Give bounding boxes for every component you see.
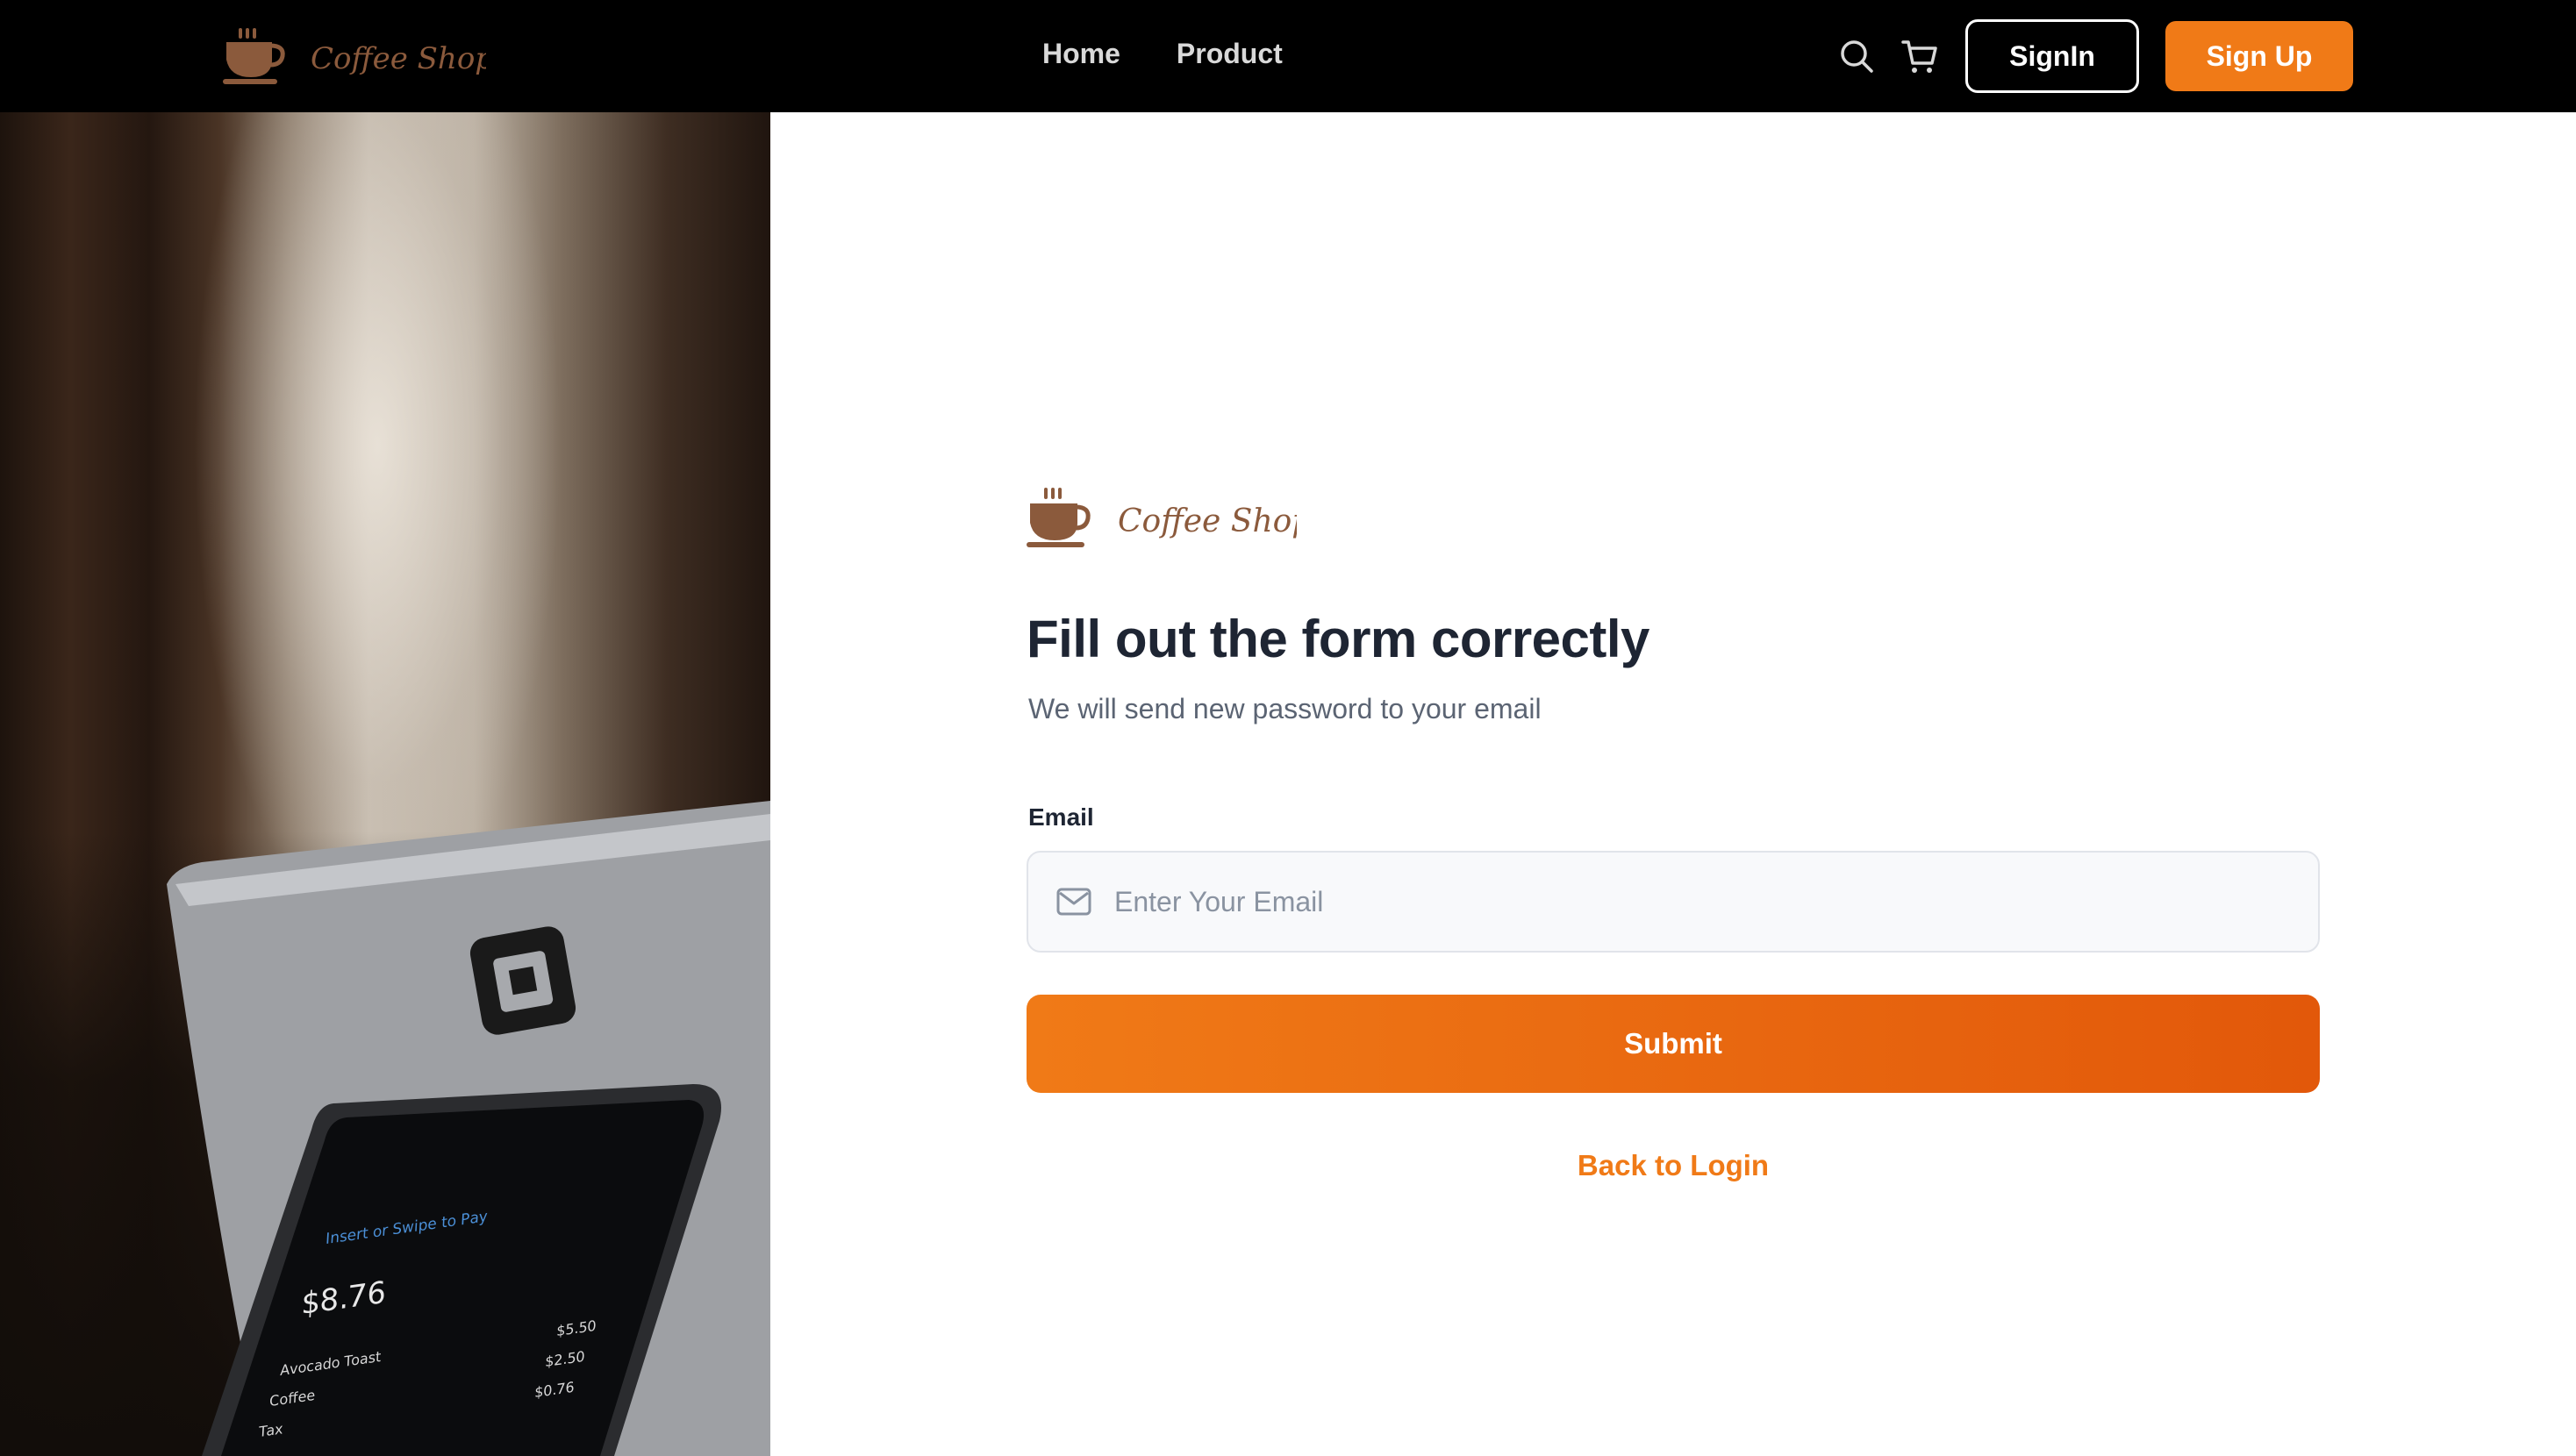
signup-button[interactable]: Sign Up [2165,21,2353,91]
terminal-item-name: Tax [258,1420,284,1440]
hero-photo-pos-terminal: Insert or Swipe to Pay $8.76 Avocado Toa… [0,112,770,1456]
brand-logo[interactable]: Coffee Shop [223,25,494,88]
email-label: Email [1028,803,1094,831]
form-subtitle: We will send new password to your email [1028,693,1542,724]
submit-button[interactable]: Submit [1027,995,2320,1093]
back-to-login-link[interactable]: Back to Login [1027,1149,2320,1182]
signin-button[interactable]: SignIn [1965,19,2139,93]
email-input[interactable] [1114,853,2290,951]
nav-link-home[interactable]: Home [1042,32,1120,75]
form-brand-logo: Coffee Shop [1025,486,1312,556]
mail-icon [1056,886,1091,917]
coffee-cup-icon: Coffee Shop [223,28,494,84]
nav-link-product[interactable]: Product [1177,32,1283,75]
email-field[interactable] [1027,851,2320,953]
reader-logo-icon [469,926,576,1035]
cart-icon[interactable] [1900,37,1939,75]
main-nav: Home Product [1042,32,1283,75]
coffee-cup-icon: Coffee Shop [1027,488,1312,547]
brand-name: Coffee Shop [1118,503,1297,539]
search-icon[interactable] [1837,37,1876,75]
form-title: Fill out the form correctly [1027,610,1649,668]
pos-terminal-illustration: Insert or Swipe to Pay $8.76 Avocado Toa… [167,801,770,1456]
brand-name: Coffee Shop [311,41,486,76]
top-navbar: Coffee Shop Home Product SignIn Sign Up [0,0,2576,112]
